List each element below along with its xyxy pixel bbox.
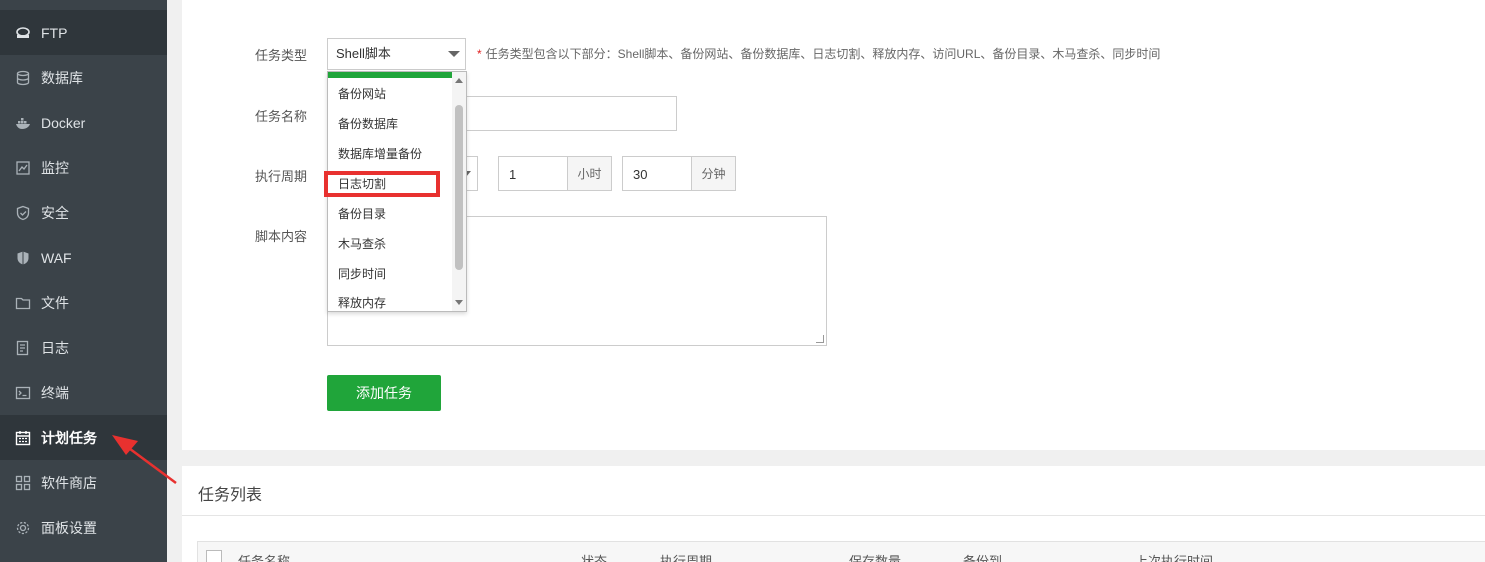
terminal-icon bbox=[15, 385, 31, 401]
sidebar-item-settings[interactable]: 面板设置 bbox=[0, 505, 167, 550]
option-backup-directory[interactable]: 备份目录 bbox=[328, 199, 452, 229]
sidebar-item-label: Docker bbox=[41, 114, 86, 131]
monitor-icon bbox=[15, 160, 31, 176]
minute-unit: 分钟 bbox=[691, 156, 736, 191]
grid-icon bbox=[15, 475, 31, 491]
sidebar-item-label: 日志 bbox=[41, 339, 69, 356]
sidebar-item-waf[interactable]: WAF bbox=[0, 235, 167, 280]
divider bbox=[182, 515, 1485, 516]
dropdown-scrollbar[interactable] bbox=[452, 72, 466, 311]
task-type-select[interactable]: Shell脚本 bbox=[327, 38, 466, 70]
sidebar-item-label: 终端 bbox=[41, 384, 69, 401]
required-star: * bbox=[477, 47, 482, 61]
option-incremental-backup[interactable]: 数据库增量备份 bbox=[328, 139, 452, 169]
sidebar-item-ftp[interactable]: FTP bbox=[0, 10, 167, 55]
add-task-button[interactable]: 添加任务 bbox=[327, 375, 441, 411]
hour-input[interactable]: 1 bbox=[498, 156, 568, 191]
scrollbar-thumb[interactable] bbox=[455, 105, 463, 270]
sidebar-item-files[interactable]: 文件 bbox=[0, 280, 167, 325]
sidebar-item-database[interactable]: 数据库 bbox=[0, 55, 167, 100]
sidebar-item-monitor[interactable]: 监控 bbox=[0, 145, 167, 190]
select-all-checkbox[interactable] bbox=[206, 550, 222, 562]
sidebar-item-terminal[interactable]: 终端 bbox=[0, 370, 167, 415]
option-trojan-scan[interactable]: 木马查杀 bbox=[328, 229, 452, 259]
sidebar-item-label: 面板设置 bbox=[41, 519, 97, 536]
task-type-value: Shell脚本 bbox=[336, 46, 391, 61]
column-period[interactable]: 执行周期 bbox=[660, 551, 712, 562]
docker-icon bbox=[15, 115, 31, 131]
task-table-header bbox=[197, 541, 1485, 562]
highlight-annotation-box bbox=[324, 171, 440, 197]
hour-value: 1 bbox=[509, 167, 517, 182]
sidebar-item-label: 安全 bbox=[41, 204, 69, 221]
minute-input[interactable]: 30 bbox=[622, 156, 692, 191]
sidebar-item-label: 文件 bbox=[41, 294, 69, 311]
column-status[interactable]: 状态 bbox=[581, 551, 607, 562]
database-icon bbox=[15, 70, 31, 86]
sidebar-item-docker[interactable]: Docker bbox=[0, 100, 167, 145]
ftp-icon bbox=[15, 25, 31, 41]
gear-icon bbox=[15, 520, 31, 536]
option-sync-time[interactable]: 同步时间 bbox=[328, 259, 452, 289]
scroll-down-icon[interactable] bbox=[455, 300, 463, 305]
column-task-name[interactable]: 任务名称 bbox=[238, 551, 290, 562]
log-icon bbox=[15, 340, 31, 356]
task-type-label: 任务类型 bbox=[255, 48, 308, 63]
script-label: 脚本内容 bbox=[255, 229, 308, 244]
option-backup-database[interactable]: 备份数据库 bbox=[328, 109, 452, 139]
sidebar-item-label: 软件商店 bbox=[41, 474, 97, 491]
column-last-run[interactable]: 上次执行时间 bbox=[1135, 551, 1213, 562]
sidebar-item-label: 数据库 bbox=[41, 69, 83, 86]
sidebar-item-security[interactable]: 安全 bbox=[0, 190, 167, 235]
sidebar-item-label: 监控 bbox=[41, 159, 69, 176]
shield-icon bbox=[15, 205, 31, 221]
scroll-up-icon[interactable] bbox=[455, 78, 463, 83]
sidebar-item-logs[interactable]: 日志 bbox=[0, 325, 167, 370]
annotation-arrow-icon bbox=[112, 435, 177, 485]
task-list-title: 任务列表 bbox=[198, 487, 263, 504]
resize-handle-icon[interactable] bbox=[816, 335, 824, 343]
task-type-hint: * 任务类型包含以下部分：Shell脚本、备份网站、备份数据库、日志切割、释放内存… bbox=[477, 45, 1160, 62]
chevron-down-icon bbox=[448, 51, 460, 57]
column-keep-count[interactable]: 保存数量 bbox=[849, 551, 901, 562]
minute-value: 30 bbox=[633, 167, 648, 182]
calendar-icon bbox=[15, 430, 31, 446]
folder-icon bbox=[15, 295, 31, 311]
column-backup-to[interactable]: 备份到 bbox=[963, 551, 1002, 562]
sidebar-item-label: FTP bbox=[41, 24, 68, 41]
sidebar-item-label: WAF bbox=[41, 249, 72, 266]
hint-text: 任务类型包含以下部分：Shell脚本、备份网站、备份数据库、日志切割、释放内存、… bbox=[485, 47, 1161, 61]
sidebar-item-label: 计划任务 bbox=[41, 429, 97, 446]
dropdown-selected-bar bbox=[328, 72, 452, 78]
option-release-memory[interactable]: 释放内存 bbox=[328, 288, 452, 311]
task-name-label: 任务名称 bbox=[255, 109, 308, 124]
task-name-input[interactable] bbox=[440, 96, 677, 131]
waf-icon bbox=[15, 250, 31, 266]
option-backup-site[interactable]: 备份网站 bbox=[328, 79, 452, 109]
period-label: 执行周期 bbox=[255, 169, 308, 184]
hour-unit: 小时 bbox=[567, 156, 612, 191]
